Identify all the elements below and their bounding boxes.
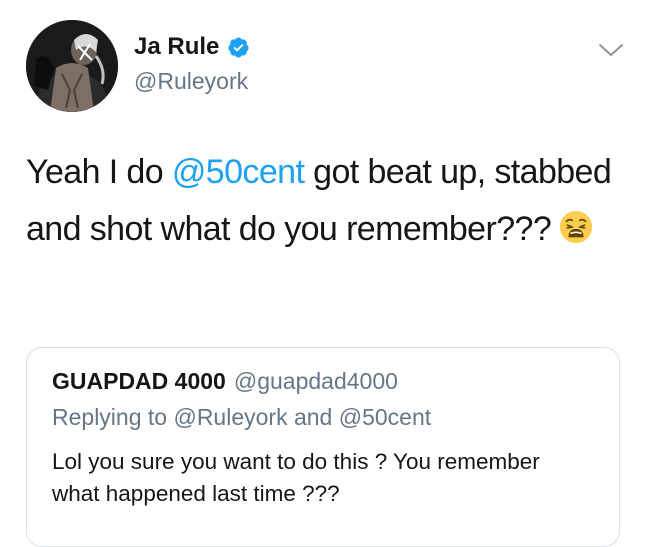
author-display-name[interactable]: Ja Rule bbox=[134, 33, 219, 61]
quoted-tweet-text: Lol you sure you want to do this ? You r… bbox=[52, 449, 540, 506]
reply-mention-50cent[interactable]: @50cent bbox=[339, 404, 431, 430]
avatar[interactable] bbox=[26, 20, 118, 112]
quoted-author-name[interactable]: GUAPDAD 4000 bbox=[52, 368, 226, 394]
verified-badge-icon bbox=[228, 36, 249, 58]
quoted-tweet-header: GUAPDAD 4000 @guapdad4000 bbox=[52, 367, 398, 395]
author-handle[interactable]: @Ruleyork bbox=[134, 67, 248, 95]
replying-prefix: Replying to bbox=[52, 404, 174, 430]
author-name-row[interactable]: Ja Rule bbox=[134, 33, 250, 61]
tweet-text-part-1: Yeah I do bbox=[26, 153, 172, 191]
quoted-author-handle[interactable]: @guapdad4000 bbox=[234, 368, 398, 394]
tweet-text: Yeah I do @50cent got beat up, stabbed a… bbox=[26, 144, 626, 258]
chevron-down-icon[interactable] bbox=[597, 40, 625, 60]
replying-to-line: Replying to @Ruleyork and @50cent bbox=[52, 403, 431, 431]
weary-face-emoji-icon bbox=[560, 210, 593, 244]
reply-mention-ruleyork[interactable]: @Ruleyork bbox=[173, 404, 287, 430]
replying-and: and bbox=[287, 404, 339, 430]
mention-link[interactable]: @50cent bbox=[172, 153, 305, 191]
avatar-image bbox=[26, 20, 118, 112]
